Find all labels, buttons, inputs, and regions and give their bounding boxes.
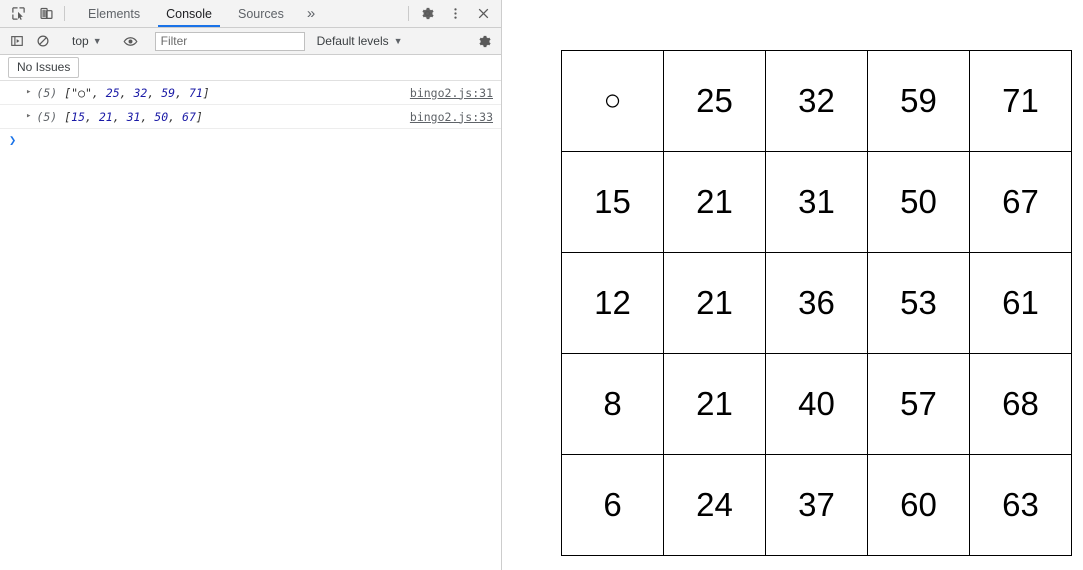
console-sidebar-icon[interactable] [4, 28, 30, 54]
bingo-cell[interactable]: 67 [969, 151, 1072, 253]
console-log-row[interactable]: ▸ (5) ["○", 25, 32, 59, 71] bingo2.js:31 [0, 81, 501, 105]
array-preview: [15, 21, 31, 50, 67] [64, 109, 203, 124]
bingo-cell[interactable]: 21 [663, 353, 766, 455]
log-content: ▸ (5) [15, 21, 31, 50, 67] [0, 110, 410, 124]
console-log-area[interactable]: ▸ (5) ["○", 25, 32, 59, 71] bingo2.js:31… [0, 81, 501, 570]
bingo-row: 15 21 31 50 67 [561, 151, 1072, 253]
console-prompt[interactable]: ❯ [0, 129, 501, 151]
bingo-row: 8 21 40 57 68 [561, 353, 1072, 455]
bingo-cell[interactable]: 53 [867, 252, 970, 354]
expand-triangle-icon[interactable]: ▸ [26, 88, 31, 97]
inspect-cursor-icon[interactable] [4, 0, 32, 27]
console-log-row[interactable]: ▸ (5) [15, 21, 31, 50, 67] bingo2.js:33 [0, 105, 501, 129]
devtools-tabs: Elements Console Sources [75, 0, 297, 27]
clear-console-icon[interactable] [30, 28, 56, 54]
execution-context-label: top [72, 34, 89, 48]
more-tabs-button[interactable]: » [297, 0, 325, 27]
array-length: (5) [36, 85, 58, 100]
live-expression-eye-icon[interactable] [118, 28, 144, 54]
tabbar-divider-right [408, 6, 409, 21]
tab-elements[interactable]: Elements [75, 0, 153, 27]
tabbar-spacer [325, 0, 404, 27]
bingo-cell[interactable]: 60 [867, 454, 970, 556]
no-issues-button[interactable]: No Issues [8, 56, 80, 79]
tab-console[interactable]: Console [153, 0, 225, 27]
bingo-row: 12 21 36 53 61 [561, 252, 1072, 354]
tabbar-divider [64, 6, 65, 21]
bingo-cell[interactable]: 37 [765, 454, 868, 556]
chevron-down-icon-levels: ▼ [393, 35, 403, 46]
bingo-cell[interactable]: 31 [765, 151, 868, 253]
bingo-cell[interactable]: 8 [561, 353, 664, 455]
prompt-caret-icon: ❯ [9, 133, 17, 147]
source-link[interactable]: bingo2.js:31 [410, 86, 493, 100]
kebab-menu-icon[interactable] [441, 0, 469, 27]
chevron-down-icon: ▼ [92, 35, 102, 46]
bingo-cell[interactable]: 61 [969, 252, 1072, 354]
bingo-cell[interactable]: 21 [663, 252, 766, 354]
bingo-cell[interactable]: 24 [663, 454, 766, 556]
gear-icon[interactable] [413, 0, 441, 27]
bingo-cell[interactable]: 68 [969, 353, 1072, 455]
filter-input[interactable] [154, 31, 305, 51]
bingo-cell[interactable]: 32 [765, 50, 868, 152]
array-preview: ["○", 25, 32, 59, 71] [64, 85, 210, 100]
page-content: ○ 25 32 59 71 15 21 31 50 67 12 21 36 53… [502, 0, 1083, 570]
log-content: ▸ (5) ["○", 25, 32, 59, 71] [0, 86, 410, 100]
close-icon[interactable] [469, 0, 497, 27]
bingo-cell[interactable]: 12 [561, 252, 664, 354]
bingo-cell[interactable]: 40 [765, 353, 868, 455]
console-toolbar: top ▼ Default levels ▼ [0, 28, 501, 55]
source-link[interactable]: bingo2.js:33 [410, 110, 493, 124]
bingo-cell[interactable]: ○ [561, 50, 664, 152]
log-levels-select[interactable]: Default levels ▼ [311, 34, 409, 48]
expand-triangle-icon[interactable]: ▸ [26, 112, 31, 121]
bingo-cell[interactable]: 15 [561, 151, 664, 253]
bingo-cell[interactable]: 71 [969, 50, 1072, 152]
tab-sources[interactable]: Sources [225, 0, 297, 27]
bingo-cell[interactable]: 63 [969, 454, 1072, 556]
console-settings-gear-icon[interactable] [471, 28, 497, 54]
console-empty-space[interactable] [0, 151, 501, 570]
devtools-tab-bar: Elements Console Sources » [0, 0, 501, 28]
bingo-rows: ○ 25 32 59 71 15 21 31 50 67 12 21 36 53… [561, 50, 1072, 556]
devtools-panel: Elements Console Sources » top ▼ Filter … [0, 0, 502, 570]
array-length: (5) [36, 109, 58, 124]
bingo-row: ○ 25 32 59 71 [561, 50, 1072, 152]
bingo-row: 6 24 37 60 63 [561, 454, 1072, 556]
browser-window: Elements Console Sources » top ▼ Filter … [0, 0, 1083, 570]
tabbar-actions [404, 0, 497, 27]
execution-context-select[interactable]: top ▼ [65, 34, 109, 48]
bingo-cell[interactable]: 6 [561, 454, 664, 556]
bingo-cell[interactable]: 50 [867, 151, 970, 253]
issues-bar: No Issues [0, 55, 501, 81]
device-toolbar-icon[interactable] [32, 0, 60, 27]
bingo-cell[interactable]: 59 [867, 50, 970, 152]
bingo-cell[interactable]: 21 [663, 151, 766, 253]
bingo-cell[interactable]: 36 [765, 252, 868, 354]
bingo-cell[interactable]: 57 [867, 353, 970, 455]
bingo-cell[interactable]: 25 [663, 50, 766, 152]
log-levels-label: Default levels [316, 34, 389, 48]
bingo-card: ○ 25 32 59 71 15 21 31 50 67 12 21 36 53… [561, 50, 1072, 556]
